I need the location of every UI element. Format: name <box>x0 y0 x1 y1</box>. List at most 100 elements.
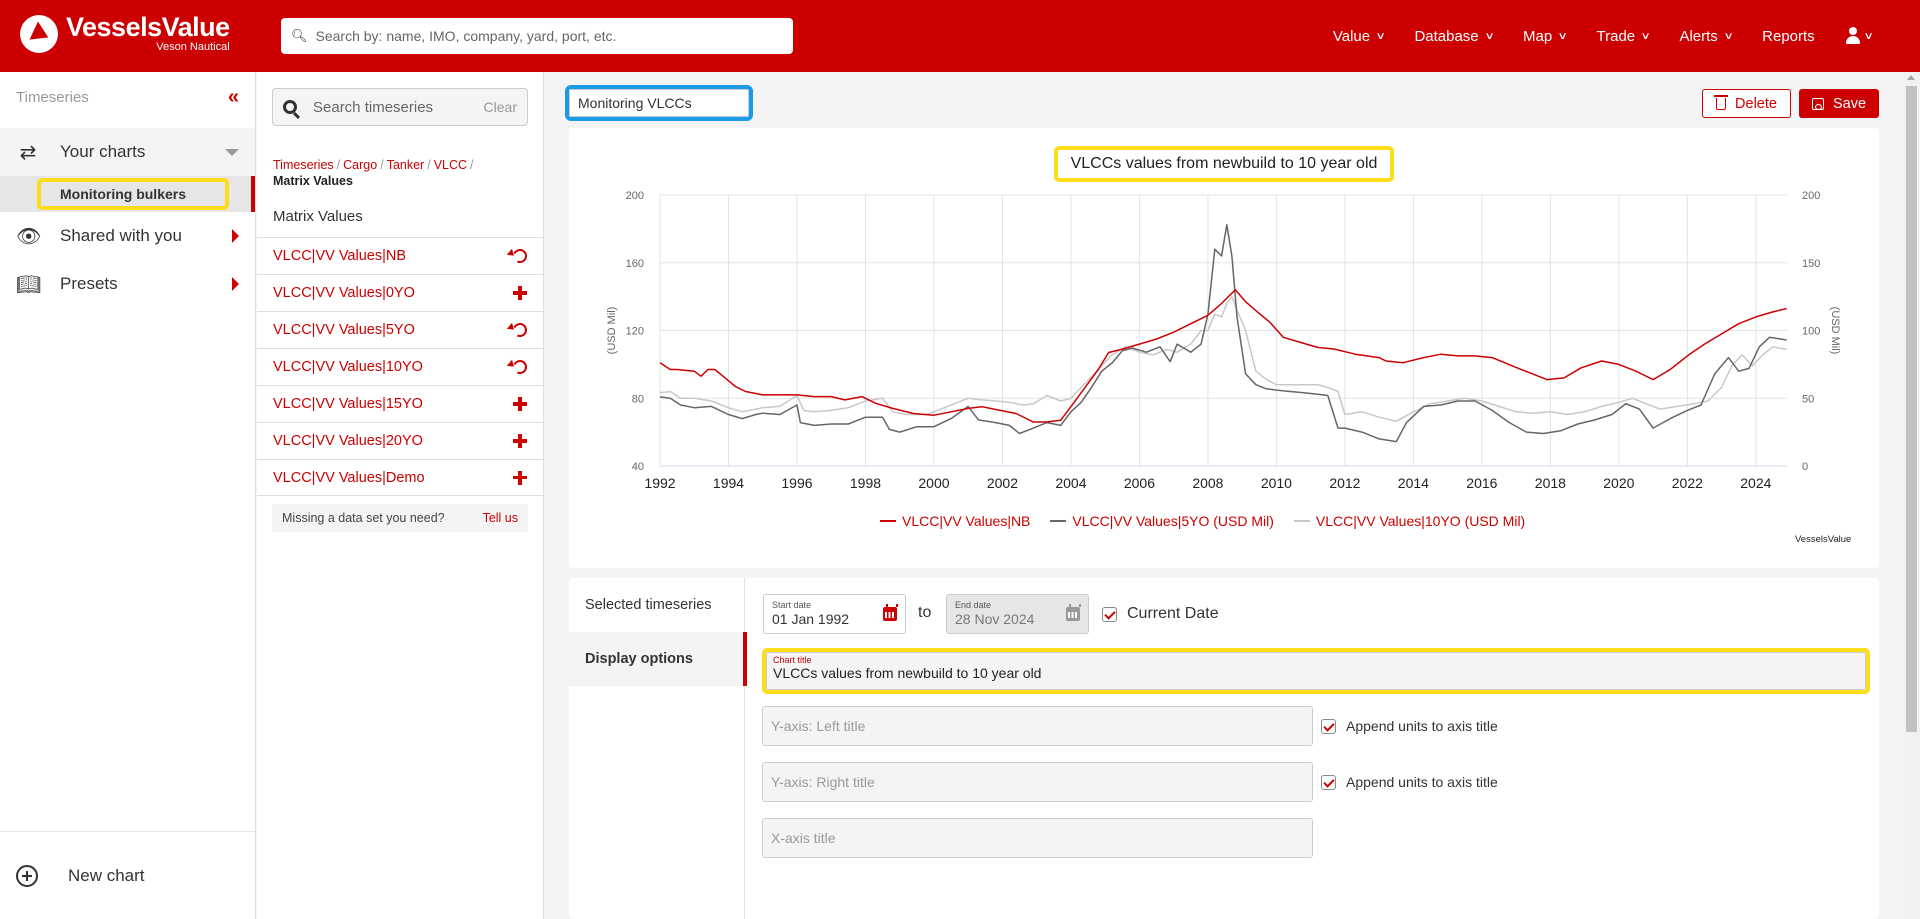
timeseries-item[interactable]: VLCC|VV Values|15YO <box>257 385 543 422</box>
y-axis-left-title-input[interactable] <box>763 707 1312 745</box>
nav-database[interactable]: Database ∨ <box>1414 28 1494 45</box>
timeseries-chart[interactable]: 40801201602000501001502001992 1994 1996 199… <box>569 128 1879 568</box>
sidebar-item-your-charts[interactable]: ⇄ Your charts <box>0 128 255 176</box>
global-search-input[interactable] <box>315 28 776 44</box>
x-tick-label: 2002 <box>987 475 1018 491</box>
breadcrumb-link[interactable]: VLCC <box>434 158 467 172</box>
clear-search-button[interactable]: Clear <box>484 99 517 115</box>
nav-value[interactable]: Value ∨ <box>1333 28 1386 45</box>
breadcrumb: Timeseries / Cargo / Tanker / VLCC / Matrix Val… <box>273 157 533 189</box>
nav-alerts[interactable]: Alerts ∨ <box>1679 27 1733 45</box>
legend-label: VLCC|VV Values|10YO (USD Mil) <box>1315 513 1526 529</box>
y-right-tick-label: 150 <box>1802 258 1820 270</box>
plus-add-icon[interactable] <box>513 397 527 411</box>
timeseries-item[interactable]: VLCC|VV Values|0YO <box>257 274 543 311</box>
sidebar-item-presets[interactable]: 📖︎ Presets <box>0 260 255 308</box>
timeseries-item[interactable]: VLCC|VV Values|20YO <box>257 422 543 459</box>
chart-title-field: Chart title <box>762 648 1870 694</box>
y-right-tick-label: 100 <box>1802 326 1820 338</box>
plus-add-icon[interactable] <box>513 434 527 448</box>
timeseries-item[interactable]: VLCC|VV Values|10YO <box>257 348 543 385</box>
x-tick-label: 2016 <box>1466 475 1497 491</box>
timeseries-label: VLCC|VV Values|5YO <box>273 322 415 338</box>
append-units-right-checkbox[interactable] <box>1321 774 1336 790</box>
append-units-right-option: Append units to axis title <box>1321 774 1498 790</box>
sidebar-chart-monitoring-bulkers[interactable]: Monitoring bulkers <box>0 176 255 212</box>
calendar-icon[interactable] <box>883 604 898 621</box>
y-right-tick-label: 50 <box>1802 393 1814 405</box>
timeseries-search-input[interactable] <box>313 98 473 116</box>
append-units-label: Append units to axis title <box>1346 718 1498 734</box>
x-tick-label: 2004 <box>1055 475 1086 491</box>
sidebar-item-label: Shared with you <box>60 226 182 245</box>
timeseries-label: VLCC|VV Values|0YO <box>273 285 415 301</box>
append-units-left-checkbox[interactable] <box>1321 718 1336 734</box>
y-right-axis-title: (USD Mil) <box>1829 307 1841 355</box>
chevron-down-icon: ∨ <box>1557 30 1568 42</box>
x-tick-label: 1996 <box>781 475 812 491</box>
chart-name-input[interactable] <box>569 89 749 117</box>
timeseries-search: Clear <box>272 88 528 126</box>
brand-logo[interactable]: VesselsValue Veson Nautical <box>20 14 230 53</box>
save-button[interactable]: Save <box>1799 89 1879 118</box>
y-left-tick-label: 160 <box>626 258 644 270</box>
chart-title-input[interactable] <box>773 665 1859 681</box>
sidebar-section-label: Timeseries <box>16 88 89 106</box>
sidebar-item-shared[interactable]: 👁︎ Shared with you <box>0 212 255 260</box>
y-left-tick-label: 120 <box>626 326 644 338</box>
x-tick-label: 2020 <box>1603 475 1634 491</box>
collapse-sidebar-icon[interactable]: « <box>228 86 239 109</box>
breadcrumb-link[interactable]: Timeseries <box>273 158 334 172</box>
chart-title-label: Chart title <box>773 655 812 665</box>
tab-selected-timeseries[interactable]: Selected timeseries <box>569 578 744 632</box>
timeseries-item[interactable]: VLCC|VV Values|5YO <box>257 311 543 348</box>
series-line-5yo <box>659 224 1787 443</box>
x-tick-label: 2010 <box>1261 475 1292 491</box>
timeseries-label: VLCC|VV Values|NB <box>273 248 406 264</box>
tell-us-link[interactable]: Tell us <box>483 511 518 525</box>
user-menu[interactable]: ∨ <box>1845 27 1873 45</box>
current-date-checkbox[interactable] <box>1102 606 1117 622</box>
plus-add-icon[interactable] <box>513 470 527 485</box>
nav-label: Alerts <box>1679 27 1718 45</box>
brand-name: VesselsValue <box>66 12 230 42</box>
plus-add-icon[interactable] <box>513 286 527 300</box>
undo-remove-icon[interactable] <box>511 247 529 265</box>
x-tick-label: 1992 <box>644 475 675 491</box>
timeseries-item[interactable]: VLCC|VV Values|Demo <box>257 459 543 496</box>
y-axis-right-title-input[interactable] <box>763 763 1312 801</box>
start-date-field[interactable]: Start date 01 Jan 1992 <box>763 594 906 634</box>
legend-item-nb[interactable]: VLCC|VV Values|NB <box>880 513 1030 529</box>
legend-label: VLCC|VV Values|5YO (USD Mil) <box>1072 513 1274 529</box>
tab-display-options[interactable]: Display options <box>569 632 747 686</box>
breadcrumb-link[interactable]: Tanker <box>387 158 425 172</box>
series-line-10yo <box>659 295 1787 423</box>
nav-trade[interactable]: Trade ∨ <box>1597 28 1651 45</box>
new-chart-button[interactable]: New chart <box>0 831 255 919</box>
nav-reports[interactable]: Reports <box>1762 28 1815 45</box>
timeseries-label: VLCC|VV Values|20YO <box>273 433 423 449</box>
page-scrollbar[interactable] <box>1903 72 1920 919</box>
breadcrumb-link[interactable]: Cargo <box>343 158 377 172</box>
x-tick-label: 2014 <box>1398 475 1429 491</box>
global-search: 🔍︎ <box>281 18 793 54</box>
section-title: Matrix Values <box>273 208 363 225</box>
nav-map[interactable]: Map ∨ <box>1523 28 1568 45</box>
append-units-left-option: Append units to axis title <box>1321 718 1498 734</box>
x-axis-title-input[interactable] <box>763 819 1312 857</box>
chevron-down-icon: ∨ <box>1375 30 1386 42</box>
eye-icon: 👁︎ <box>16 225 42 248</box>
timeseries-panel: Clear Timeseries/Cargo/Tanker/VLCC/ Matr… <box>257 72 544 919</box>
caret-right-icon <box>232 277 239 291</box>
legend-item-10yo[interactable]: VLCC|VV Values|10YO (USD Mil) <box>1293 513 1526 529</box>
scrollbar-thumb[interactable] <box>1906 86 1917 732</box>
undo-remove-icon[interactable] <box>511 321 529 339</box>
scroll-up-icon[interactable] <box>1907 75 1915 80</box>
undo-remove-icon[interactable] <box>511 358 529 376</box>
x-tick-label: 2018 <box>1535 475 1566 491</box>
delete-button[interactable]: Delete <box>1702 89 1791 118</box>
timeseries-item[interactable]: VLCC|VV Values|NB <box>257 237 543 274</box>
legend-item-5yo[interactable]: VLCC|VV Values|5YO (USD Mil) <box>1050 513 1274 529</box>
chevron-down-icon: ∨ <box>1640 30 1651 42</box>
calendar-icon <box>1066 604 1081 621</box>
